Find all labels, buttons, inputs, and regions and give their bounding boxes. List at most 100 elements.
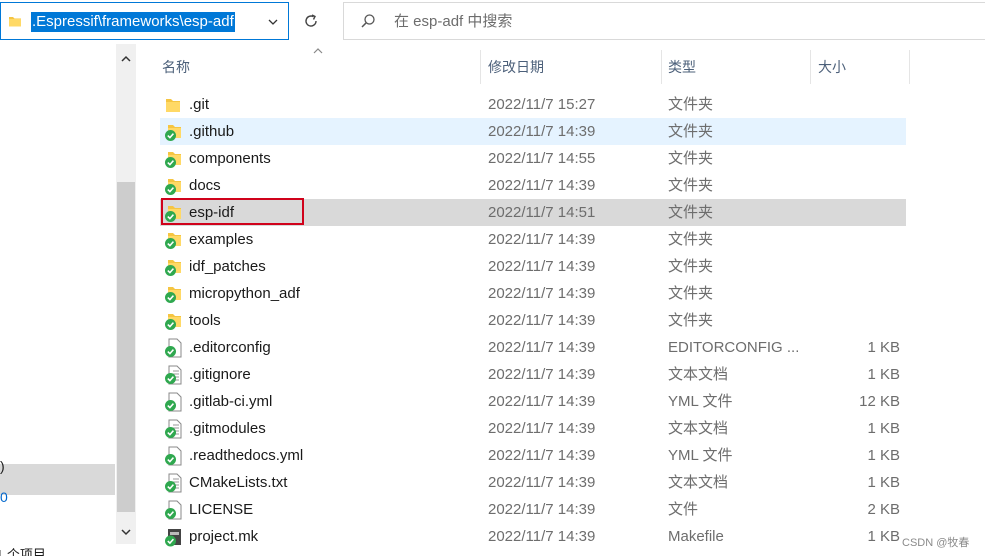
file-modified-date: 2022/11/7 14:39: [488, 420, 596, 437]
search-input[interactable]: 在 esp-adf 中搜索: [394, 12, 512, 32]
file-modified-date: 2022/11/7 14:39: [488, 366, 596, 383]
file-list[interactable]: .git 2022/11/7 15:27 文件夹 .github 2022/11/7 1…: [160, 91, 906, 550]
search-icon: [361, 14, 375, 28]
file-size: 1 KB: [867, 420, 900, 437]
file-modified-date: 2022/11/7 14:39: [488, 447, 596, 464]
navigation-pane[interactable]: ) 0: [0, 44, 115, 556]
column-header-name[interactable]: 名称: [156, 50, 481, 84]
file-type: 文件夹: [668, 231, 714, 248]
scroll-up-button[interactable]: [116, 50, 136, 68]
file-row[interactable]: .editorconfig 2022/11/7 14:39 EDITORCONFIG…: [160, 334, 906, 361]
file-name: CMakeLists.txt: [189, 474, 288, 491]
chevron-down-icon: [121, 529, 131, 536]
file-row[interactable]: CMakeLists.txt 2022/11/7 14:39 文本文档 1 KB: [160, 469, 906, 496]
chevron-down-icon[interactable]: [266, 15, 280, 29]
file-type: 文件夹: [668, 258, 714, 275]
file-name: LICENSE: [189, 501, 254, 518]
file-type: Makefile: [668, 528, 724, 545]
scroll-down-button[interactable]: [116, 520, 136, 544]
file-synced-icon: [164, 392, 182, 412]
file-name: .gitignore: [189, 366, 251, 383]
file-modified-date: 2022/11/7 14:55: [488, 150, 596, 167]
folder-icon: [164, 95, 182, 115]
file-modified-date: 2022/11/7 14:39: [488, 231, 596, 248]
file-row[interactable]: .gitignore 2022/11/7 14:39 文本文档 1 KB: [160, 361, 906, 388]
file-name: project.mk: [189, 528, 259, 545]
chevron-up-icon: [121, 55, 131, 62]
nav-scrollbar[interactable]: [116, 44, 136, 544]
file-row[interactable]: .github 2022/11/7 14:39 文件夹: [160, 118, 906, 145]
column-header-modified[interactable]: 修改日期: [482, 50, 662, 84]
file-type: 文本文档: [668, 474, 729, 491]
address-bar[interactable]: .Espressif\frameworks\esp-adf: [0, 2, 289, 40]
file-type: 文件夹: [668, 204, 714, 221]
file-name: micropython_adf: [189, 285, 300, 302]
watermark: CSDN @牧春: [902, 537, 970, 549]
file-name: idf_patches: [189, 258, 266, 275]
file-row[interactable]: components 2022/11/7 14:55 文件夹: [160, 145, 906, 172]
folder-synced-icon: [164, 311, 182, 331]
folder-synced-icon: [164, 176, 182, 196]
folder-synced-icon: [164, 122, 182, 142]
file-modified-date: 2022/11/7 14:39: [488, 393, 596, 410]
file-name: components: [189, 150, 271, 167]
file-modified-date: 2022/11/7 14:39: [488, 339, 596, 356]
file-row[interactable]: esp-idf 2022/11/7 14:51 文件夹: [160, 198, 906, 226]
file-type: YML 文件: [668, 447, 733, 464]
file-modified-date: 2022/11/7 14:39: [488, 501, 596, 518]
refresh-icon: [305, 14, 317, 27]
file-row[interactable]: tools 2022/11/7 14:39 文件夹: [160, 307, 906, 334]
search-box[interactable]: 在 esp-adf 中搜索: [343, 2, 985, 40]
column-header-type[interactable]: 类型: [662, 50, 811, 84]
status-bar-text: 1 个项目: [0, 547, 46, 556]
file-name: esp-idf: [189, 204, 235, 221]
nav-selected-item[interactable]: [0, 464, 115, 495]
file-row[interactable]: LICENSE 2022/11/7 14:39 文件 2 KB: [160, 496, 906, 523]
file-row[interactable]: micropython_adf 2022/11/7 14:39 文件夹: [160, 280, 906, 307]
nav-item-fragment-blue[interactable]: 0: [0, 489, 8, 505]
file-modified-date: 2022/11/7 14:51: [488, 204, 596, 221]
column-header-size[interactable]: 大小: [812, 50, 910, 84]
file-type: EDITORCONFIG ...: [668, 339, 798, 356]
file-row[interactable]: .gitlab-ci.yml 2022/11/7 14:39 YML 文件 12 KB: [160, 388, 906, 415]
file-type: 文本文档: [668, 420, 729, 437]
file-name: .git: [189, 96, 210, 113]
file-size: 1 KB: [867, 447, 900, 464]
scroll-thumb[interactable]: [117, 182, 135, 512]
file-size: 1 KB: [867, 366, 900, 383]
file-modified-date: 2022/11/7 14:39: [488, 177, 596, 194]
file-row[interactable]: docs 2022/11/7 14:39 文件夹: [160, 172, 906, 199]
refresh-button[interactable]: [291, 2, 331, 40]
text-file-synced-icon: [164, 419, 182, 439]
file-size: 2 KB: [867, 501, 900, 518]
file-modified-date: 2022/11/7 15:27: [488, 96, 596, 113]
file-modified-date: 2022/11/7 14:39: [488, 312, 596, 329]
nav-item-fragment[interactable]: ): [0, 458, 5, 474]
file-row[interactable]: .readthedocs.yml 2022/11/7 14:39 YML 文件 1 K…: [160, 442, 906, 469]
file-synced-icon: [164, 446, 182, 466]
file-name: .gitmodules: [189, 420, 266, 437]
file-type: 文本文档: [668, 366, 729, 383]
folder-icon: [9, 17, 21, 27]
file-synced-icon: [164, 338, 182, 358]
file-name: docs: [189, 177, 221, 194]
file-row[interactable]: idf_patches 2022/11/7 14:39 文件夹: [160, 253, 906, 280]
file-name: tools: [189, 312, 221, 329]
file-type: 文件夹: [668, 150, 714, 167]
file-type: 文件夹: [668, 177, 714, 194]
file-type: YML 文件: [668, 393, 733, 410]
file-type: 文件夹: [668, 123, 714, 140]
file-row[interactable]: project.mk 2022/11/7 14:39 Makefile 1 KB: [160, 523, 906, 550]
file-modified-date: 2022/11/7 14:39: [488, 258, 596, 275]
file-modified-date: 2022/11/7 14:39: [488, 123, 596, 140]
file-type: 文件夹: [668, 312, 714, 329]
file-row[interactable]: .git 2022/11/7 15:27 文件夹: [160, 91, 906, 118]
file-type: 文件夹: [668, 285, 714, 302]
file-modified-date: 2022/11/7 14:39: [488, 285, 596, 302]
address-path[interactable]: .Espressif\frameworks\esp-adf: [31, 12, 235, 32]
file-size: 1 KB: [867, 339, 900, 356]
file-name: .readthedocs.yml: [189, 447, 304, 464]
file-row[interactable]: examples 2022/11/7 14:39 文件夹: [160, 226, 906, 253]
file-synced-icon: [164, 500, 182, 520]
file-row[interactable]: .gitmodules 2022/11/7 14:39 文本文档 1 KB: [160, 415, 906, 442]
